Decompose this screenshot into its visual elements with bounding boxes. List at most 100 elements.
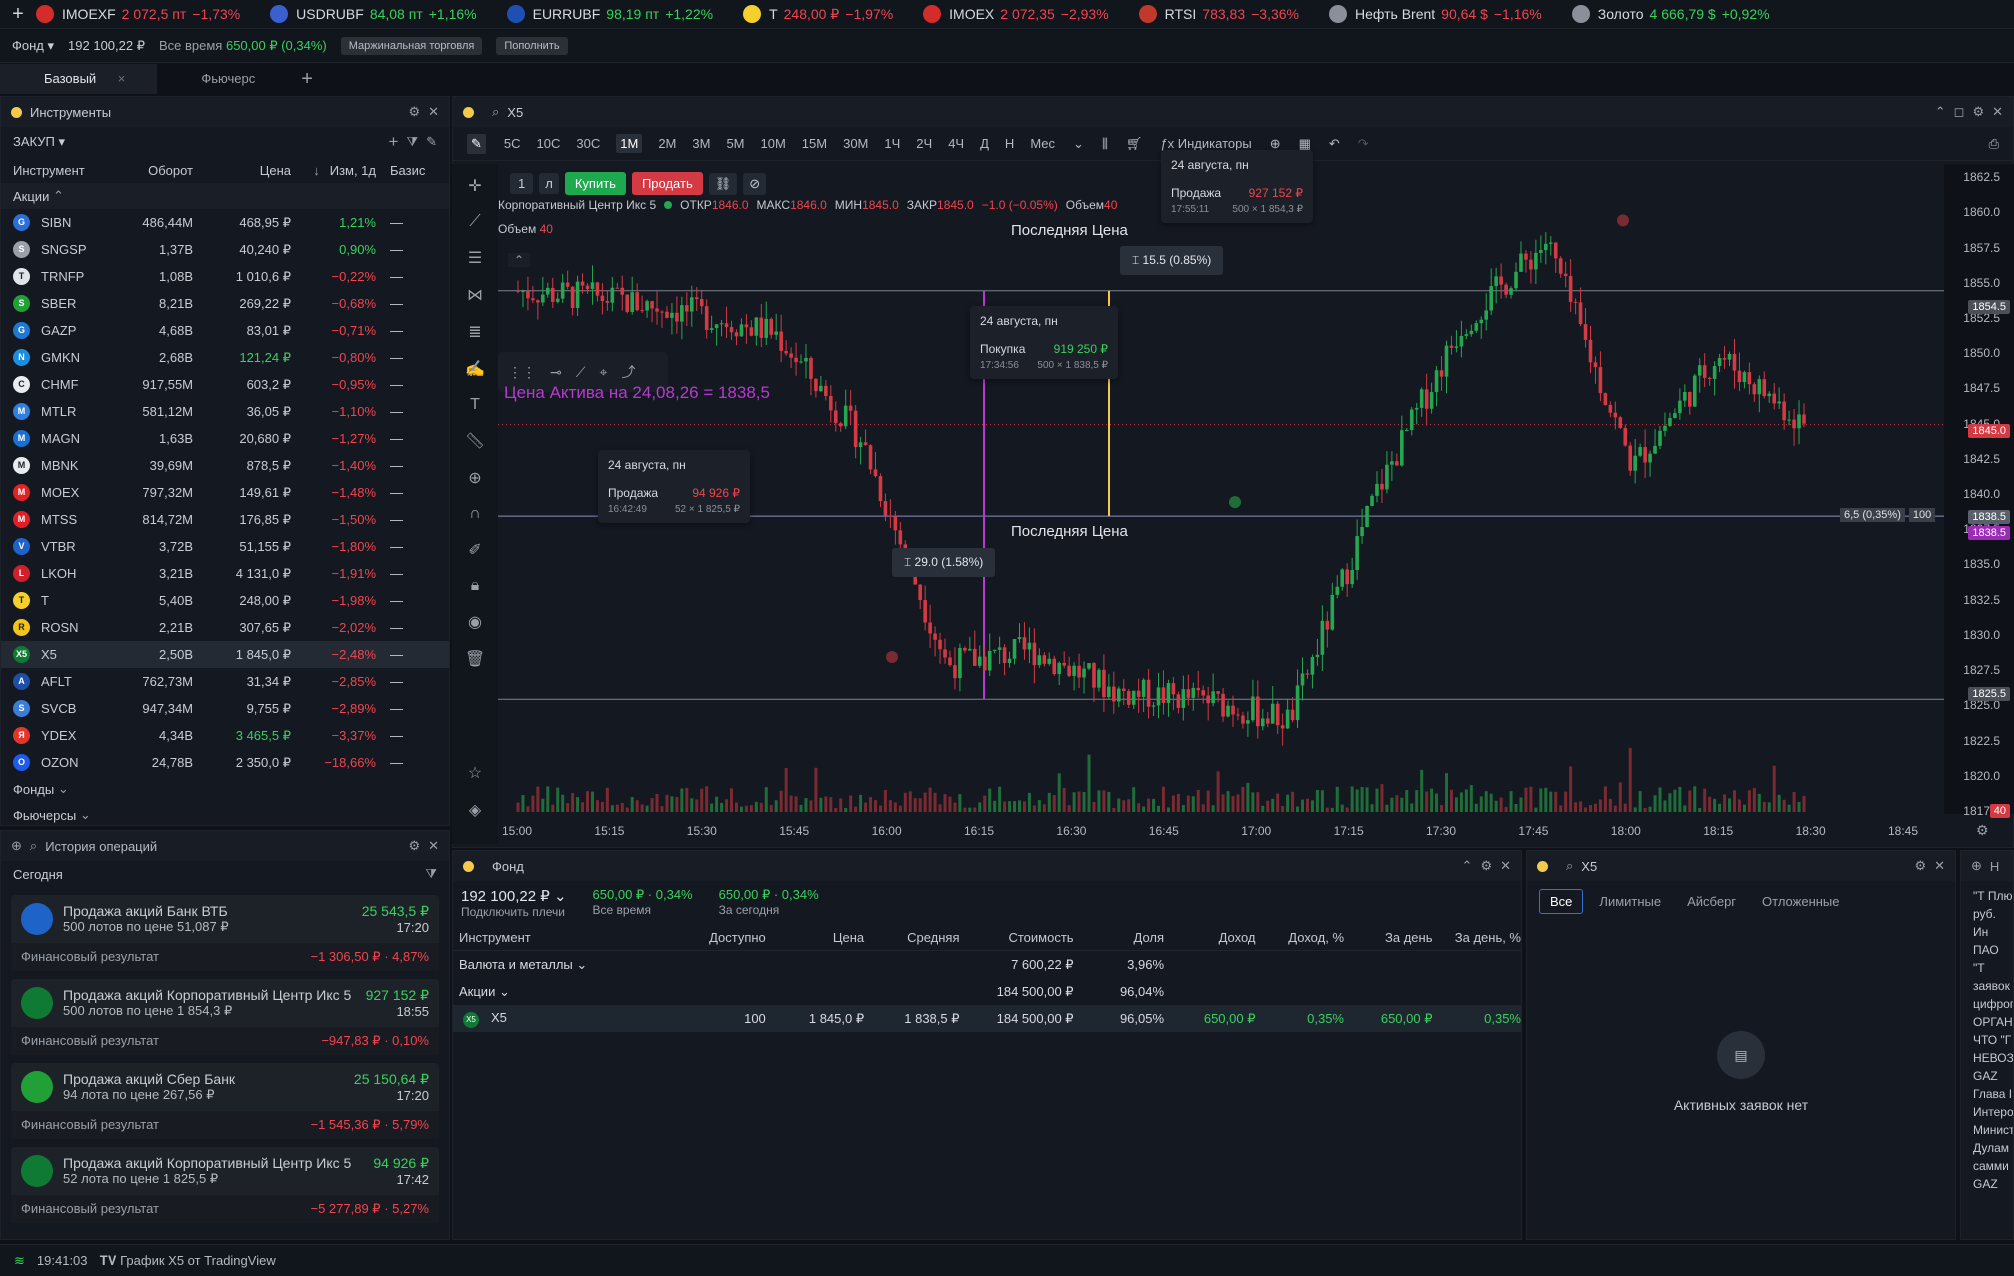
chart-symbol[interactable]: X5: [507, 105, 523, 120]
lots-input[interactable]: 1: [510, 173, 534, 194]
interval-30М[interactable]: 30М: [843, 136, 868, 151]
camera-icon[interactable]: ⎙: [1989, 136, 1999, 152]
col-turnover[interactable]: Оборот: [119, 163, 193, 178]
interval-Д[interactable]: Д: [980, 136, 989, 151]
portfolio-col-header[interactable]: Доход: [1164, 930, 1256, 945]
filter-icon[interactable]: ⧩: [425, 866, 437, 882]
operation-card[interactable]: Продажа акций Банк ВТБ 500 лотов по цене …: [11, 895, 439, 971]
news-line[interactable]: Минист: [1973, 1121, 2013, 1139]
candles-icon[interactable]: ⫼: [1102, 136, 1108, 152]
interval-1Ч[interactable]: 1Ч: [884, 136, 900, 151]
news-line[interactable]: заявок: [1973, 977, 2013, 995]
path-tool-icon[interactable]: ⤴: [621, 362, 635, 382]
ticker-item[interactable]: Нефть Brent 90,64 $ −1,16%: [1328, 5, 1542, 23]
close-icon[interactable]: ✕: [428, 838, 439, 854]
cart-icon[interactable]: 🛒︎: [1126, 136, 1143, 152]
portfolio-col-header[interactable]: За день: [1344, 930, 1432, 945]
gear-icon[interactable]: ⚙: [408, 838, 420, 854]
fib-icon[interactable]: ≣: [468, 322, 481, 342]
interval-Н[interactable]: Н: [1005, 136, 1014, 151]
line-tool-icon[interactable]: ⟋: [576, 364, 586, 381]
text-icon[interactable]: T: [470, 396, 480, 414]
pin-icon[interactable]: ⌖: [600, 364, 608, 381]
group-futures[interactable]: Фьючерсы ⌄: [1, 802, 449, 828]
chevron-down-icon[interactable]: ⌄: [1073, 136, 1084, 152]
operation-card[interactable]: Продажа акций Корпоративный Центр Икс 55…: [11, 1147, 439, 1223]
horizontal-lines-icon[interactable]: ☰: [468, 248, 482, 268]
buy-button[interactable]: Купить: [564, 172, 626, 195]
trash-icon[interactable]: 🗑︎: [465, 649, 485, 669]
order-tab-0[interactable]: Все: [1539, 889, 1584, 914]
news-line[interactable]: ОРГАН: [1973, 1013, 2013, 1031]
instrument-row[interactable]: M MOEX 797,32M 149,61 ₽ −1,48% —: [1, 479, 449, 506]
chevron-up-icon[interactable]: ⌃: [1935, 104, 1946, 120]
news-line[interactable]: НЕВОЗ: [1973, 1049, 2013, 1067]
maximize-icon[interactable]: ◻: [1954, 104, 1965, 120]
instrument-row[interactable]: C CHMF 917,55M 603,2 ₽ −0,95% —: [1, 371, 449, 398]
portfolio-col-header[interactable]: За день, %: [1433, 930, 1521, 945]
add-icon[interactable]: +: [389, 132, 399, 152]
instrument-row[interactable]: X5 X5 2,50B 1 845,0 ₽ −2,48% —: [1, 641, 449, 668]
interval-Мес[interactable]: Мес: [1030, 136, 1055, 151]
link-color-dot[interactable]: [463, 106, 474, 118]
news-line[interactable]: Дулам: [1973, 1139, 2013, 1157]
interval-3М[interactable]: 3М: [692, 136, 710, 151]
zoom-icon[interactable]: ⊕: [468, 468, 481, 488]
news-line[interactable]: GAZ: [1973, 1067, 2013, 1085]
interval-15М[interactable]: 15М: [802, 136, 827, 151]
trendline-icon[interactable]: ⟋: [469, 213, 480, 231]
undo-icon[interactable]: ↶: [1329, 136, 1340, 152]
history-search[interactable]: История операций: [45, 839, 157, 854]
lock-draw-icon[interactable]: ✐: [468, 540, 481, 560]
col-price[interactable]: Цена: [193, 163, 291, 178]
interval-10М[interactable]: 10М: [761, 136, 786, 151]
portfolio-row[interactable]: Акции ⌄ 184 500,00 ₽ 96,04%: [453, 978, 1521, 1005]
order-tab-1[interactable]: Лимитные: [1589, 890, 1671, 913]
link-icon[interactable]: ⛓: [708, 172, 738, 195]
portfolio-row[interactable]: X5 X5 100 1 845,0 ₽ 1 838,5 ₽ 184 500,00 ₽ 96,…: [453, 1005, 1521, 1032]
link-color-dot[interactable]: [463, 860, 474, 872]
ruler-icon[interactable]: 📏︎: [465, 431, 485, 451]
interval-2Ч[interactable]: 2Ч: [916, 136, 932, 151]
instrument-row[interactable]: N GMKN 2,68B 121,24 ₽ −0,80% —: [1, 344, 449, 371]
cancel-icon[interactable]: ⊘: [743, 172, 767, 195]
settings-icon[interactable]: ⚙: [1976, 822, 1989, 839]
hline-tool-icon[interactable]: ⊸: [550, 364, 562, 381]
instrument-row[interactable]: Я YDEX 4,34B 3 465,5 ₽ −3,37% —: [1, 722, 449, 749]
order-tab-3[interactable]: Отложенные: [1752, 890, 1849, 913]
group-stocks[interactable]: Акции ⌃: [1, 183, 449, 209]
chart-plot[interactable]: 1 л Купить Продать ⛓ ⊘ Корпоративный Цен…: [498, 150, 1944, 812]
add-tab-button[interactable]: +: [287, 68, 327, 91]
pattern-icon[interactable]: ⋈: [467, 285, 483, 305]
ticker-item[interactable]: Золото 4 666,79 $ +0,92%: [1571, 5, 1770, 23]
ticker-item[interactable]: T 248,00 ₽ −1,97%: [743, 5, 893, 23]
price-axis[interactable]: 1862.5 1860.0 1857.5 1855.0 1852.5 1850.0 1847…: [1944, 164, 2014, 818]
interval-4Ч[interactable]: 4Ч: [948, 136, 964, 151]
brush-icon[interactable]: ✍: [465, 359, 485, 379]
gear-icon[interactable]: ⚙: [1914, 858, 1926, 874]
drag-handle-icon[interactable]: ⋮⋮: [508, 364, 536, 381]
gear-icon[interactable]: ⚙: [408, 104, 420, 120]
gear-icon[interactable]: ⚙: [1480, 858, 1492, 874]
instrument-row[interactable]: M MTSS 814,72M 176,85 ₽ −1,50% —: [1, 506, 449, 533]
instrument-row[interactable]: R ROSN 2,21B 307,65 ₽ −2,02% —: [1, 614, 449, 641]
col-basis[interactable]: Базис: [376, 163, 432, 178]
news-line[interactable]: ПАО "Т: [1973, 941, 2013, 977]
portfolio-col-header[interactable]: Цена: [766, 930, 864, 945]
interval-1М[interactable]: 1М: [616, 134, 643, 153]
lot-mode[interactable]: л: [539, 173, 559, 194]
portfolio-row[interactable]: Валюта и металлы ⌄ 7 600,22 ₽ 3,96%: [453, 951, 1521, 978]
time-axis[interactable]: 15:00 15:15 15:30 15:45 16:00 16:15 16:30 16:45…: [498, 816, 1944, 846]
margin-trading-pill[interactable]: Маржинальная торговля: [340, 37, 483, 55]
layers-icon[interactable]: ◈: [469, 800, 481, 820]
news-line[interactable]: Глава I: [1973, 1085, 2013, 1103]
edit-icon[interactable]: ✎: [426, 134, 437, 150]
portfolio-col-header[interactable]: Доход, %: [1256, 930, 1344, 945]
close-icon[interactable]: ✕: [1934, 858, 1945, 874]
operation-card[interactable]: Продажа акций Сбер Банк 94 лота по цене 2…: [11, 1063, 439, 1139]
close-icon[interactable]: ✕: [428, 104, 439, 120]
indicators-button[interactable]: ƒx Индикаторы: [1160, 136, 1251, 151]
interval-30С[interactable]: 30С: [576, 136, 600, 151]
instrument-row[interactable]: T T 5,40B 248,00 ₽ −1,98% —: [1, 587, 449, 614]
lock-icon[interactable]: 🔒︎: [471, 577, 480, 595]
